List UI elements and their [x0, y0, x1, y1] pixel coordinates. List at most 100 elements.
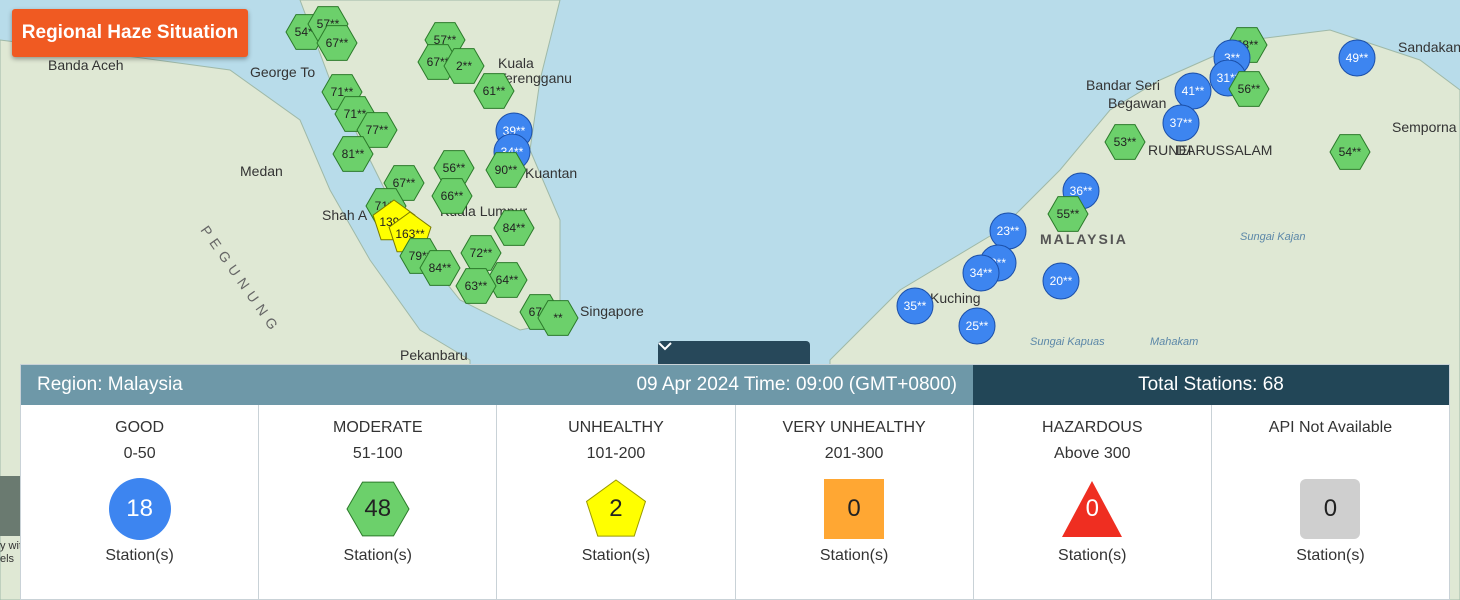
- category-shape-circle: 18: [108, 477, 172, 541]
- category-range: Above 300: [1054, 445, 1131, 462]
- map-place-label: Sungai Kapuas: [1030, 336, 1105, 348]
- station-value: 35**: [904, 299, 927, 313]
- station-value: 67**: [326, 36, 349, 50]
- category-range: 101-200: [586, 445, 646, 462]
- map-place-label: Sandakan: [1398, 39, 1460, 55]
- map-place-label: Kuching: [930, 290, 981, 306]
- category-card-hazardous[interactable]: HAZARDOUS Above 300 0 Station(s): [974, 405, 1212, 599]
- stations-label: Station(s): [105, 547, 174, 564]
- category-shape-hexagon: 48: [346, 477, 410, 541]
- station-value: 54**: [1339, 145, 1362, 159]
- station-value: 36**: [1070, 184, 1093, 198]
- category-count: 2: [609, 495, 623, 522]
- station-marker[interactable]: 35**: [896, 287, 934, 325]
- station-value: 2**: [456, 59, 472, 73]
- edge-text-line: y wit: [0, 540, 22, 552]
- stations-label: Station(s): [581, 547, 651, 564]
- station-value: 84**: [503, 221, 526, 235]
- stations-label: Station(s): [343, 547, 412, 564]
- map-place-label: Shah A: [322, 207, 368, 223]
- category-label: GOOD: [115, 419, 165, 436]
- category-label: VERY UNHEALTHY: [782, 419, 926, 436]
- station-value: 67**: [393, 176, 416, 190]
- collapse-panel-button[interactable]: [658, 341, 810, 364]
- station-value: 63**: [465, 279, 488, 293]
- category-count: 0: [847, 495, 861, 522]
- total-stations: Total Stations: 68: [973, 365, 1449, 405]
- station-marker[interactable]: 34**: [962, 254, 1000, 292]
- station-marker[interactable]: 25**: [958, 307, 996, 345]
- category-shape-square: 0: [822, 477, 886, 541]
- map-place-label: Singapore: [580, 303, 644, 319]
- station-value: 37**: [1170, 116, 1193, 130]
- station-value: 81**: [342, 147, 365, 161]
- map-place-label: Sungai Kajan: [1240, 231, 1305, 243]
- summary-panel: Region: Malaysia 09 Apr 2024 Time: 09:00…: [20, 364, 1450, 600]
- map-edge-text: y wit els: [0, 540, 22, 566]
- chevron-down-icon: [658, 342, 672, 351]
- map-place-label: George To: [250, 64, 315, 80]
- category-cards: GOOD 0-50 18 Station(s) MODERATE 51-100 48 Stat…: [21, 405, 1449, 599]
- station-marker[interactable]: 37**: [1162, 104, 1200, 142]
- station-value: 72**: [470, 246, 493, 260]
- station-value: 90**: [495, 163, 518, 177]
- category-shape-pentagon: 2: [584, 477, 648, 541]
- map-place-label: Kuala: [498, 55, 534, 71]
- category-count: 0: [1323, 495, 1338, 522]
- panel-header: Region: Malaysia 09 Apr 2024 Time: 09:00…: [21, 365, 1449, 405]
- station-marker[interactable]: 20**: [1042, 262, 1080, 300]
- datetime-label: 09 Apr 2024 Time: 09:00 (GMT+0800): [636, 374, 957, 395]
- station-value: 49**: [1346, 51, 1369, 65]
- station-value: 20**: [1050, 274, 1073, 288]
- station-value: 77**: [366, 123, 389, 137]
- stations-label: Station(s): [1296, 547, 1365, 564]
- map-place-label: DARUSSALAM: [1176, 142, 1272, 158]
- map-place-label: Begawan: [1108, 95, 1166, 111]
- station-marker[interactable]: 49**: [1338, 39, 1376, 77]
- region-label: Region: Malaysia: [37, 374, 183, 395]
- category-card-good[interactable]: GOOD 0-50 18 Station(s): [21, 405, 260, 599]
- station-value: 25**: [966, 319, 989, 333]
- category-label: UNHEALTHY: [568, 419, 664, 436]
- category-label: HAZARDOUS: [1042, 419, 1143, 436]
- category-card-unhealthy[interactable]: UNHEALTHY 101-200 2 Station(s): [497, 405, 736, 599]
- map-place-label: Kuantan: [525, 165, 577, 181]
- station-value: 56**: [1238, 82, 1261, 96]
- station-value: 61**: [483, 84, 506, 98]
- category-label: MODERATE: [333, 419, 423, 436]
- category-count: 0: [1085, 495, 1099, 522]
- map-place-label: Bandar Seri: [1086, 77, 1160, 93]
- station-value: 34**: [970, 266, 993, 280]
- station-marker[interactable]: 23**: [989, 212, 1027, 250]
- category-label: API Not Available: [1268, 419, 1393, 436]
- map-place-label: Medan: [240, 163, 283, 179]
- map-place-label: MALAYSIA: [1040, 231, 1128, 247]
- stations-label: Station(s): [819, 547, 889, 564]
- station-value: 66**: [441, 189, 464, 203]
- map-place-label: Mahakam: [1150, 336, 1198, 348]
- category-count: 48: [364, 495, 392, 522]
- map-place-label: Pekanbaru: [400, 347, 468, 363]
- category-card-api-not-available[interactable]: API Not Available 0 Station(s): [1212, 405, 1449, 599]
- station-value: 84**: [429, 261, 452, 275]
- category-range: 201-300: [824, 445, 884, 462]
- edge-text-line: els: [0, 553, 15, 565]
- category-card-very-unhealthy[interactable]: VERY UNHEALTHY 201-300 0 Station(s): [736, 405, 974, 599]
- station-value: 41**: [1182, 84, 1205, 98]
- category-range: 0-50: [123, 445, 156, 462]
- category-range: 51-100: [352, 445, 403, 462]
- category-card-moderate[interactable]: MODERATE 51-100 48 Station(s): [259, 405, 498, 599]
- station-value: 55**: [1057, 207, 1080, 221]
- category-shape-triangle: 0: [1060, 477, 1124, 541]
- station-value: **: [553, 311, 563, 325]
- map-place-label: Banda Aceh: [48, 57, 124, 73]
- stations-label: Station(s): [1058, 547, 1127, 564]
- station-value: 53**: [1114, 135, 1137, 149]
- map-place-label: Semporna: [1392, 119, 1457, 135]
- station-value: 64**: [496, 273, 519, 287]
- station-value: 56**: [443, 161, 466, 175]
- station-marker[interactable]: 41**: [1174, 72, 1212, 110]
- map-thumbnail[interactable]: [0, 476, 20, 536]
- regional-haze-button[interactable]: Regional Haze Situation: [12, 9, 248, 57]
- category-count: 18: [126, 495, 153, 522]
